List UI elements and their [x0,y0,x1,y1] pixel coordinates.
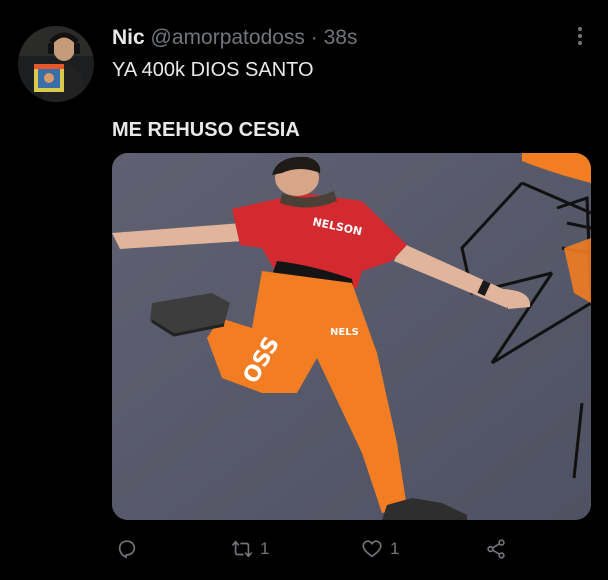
tweet-text-line-1: YA 400k DIOS SANTO [112,59,314,81]
retweet-icon [232,540,252,558]
retweet-button[interactable]: 1 [230,534,269,564]
separator-dot: · [310,26,318,49]
user-handle[interactable]: @amorpatodoss [151,26,305,49]
reply-icon [118,540,136,559]
tweet-text-line-2: ME REHUSO CESIA [112,119,300,141]
pants-text: NELS [330,327,359,338]
like-button[interactable]: 1 [360,534,399,564]
timestamp[interactable]: 38s [324,26,358,49]
display-name[interactable]: Nic [112,26,145,49]
media-image: NELSON NELS OSS [112,153,591,520]
heart-icon [362,540,382,558]
reply-button[interactable] [116,534,138,564]
like-count: 1 [390,539,400,558]
action-bar: 1 1 [112,534,512,564]
tweet-header: Nic @amorpatodoss · 38s [112,26,357,50]
avatar[interactable] [18,26,94,102]
share-icon [487,539,505,559]
tweet-media[interactable]: NELSON NELS OSS [112,153,591,520]
tweet: Nic @amorpatodoss · 38s YA 400k DIOS SAN… [0,0,608,580]
more-options-icon[interactable] [572,24,588,48]
retweet-count: 1 [260,539,270,558]
avatar-image [18,26,94,102]
share-button[interactable] [484,534,508,564]
